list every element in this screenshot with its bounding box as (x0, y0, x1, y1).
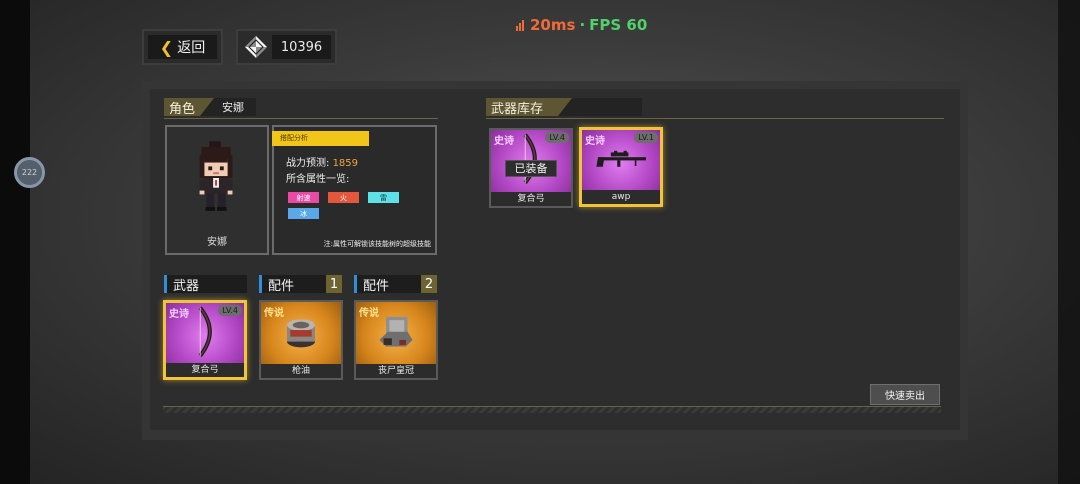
attribute-analysis-card: 搭配分析 战力预测: 1859 所含属性一览: 射速 火 雷 冰 注:属性可解锁… (272, 125, 437, 255)
quick-sell-button[interactable]: 快速卖出 (870, 384, 940, 405)
back-label: 返回 (177, 40, 206, 56)
equipped-label: 已装备 (505, 160, 557, 177)
character-sprite-icon (199, 141, 233, 211)
fps-value: FPS 60 (589, 16, 648, 34)
weapon-slot-label: 武器 (173, 278, 200, 294)
item-name: 复合弓 (166, 363, 244, 377)
inventory-title-tag: 武器库存 (486, 98, 572, 117)
attribute-note: 注:属性可解锁该技能树的超级技能 (323, 240, 431, 248)
character-divider (164, 118, 438, 119)
rarity-label: 传说 (359, 308, 379, 319)
diamond-currency-icon (245, 36, 267, 58)
character-portrait-card[interactable]: 安娜 (165, 125, 269, 255)
bottom-divider (163, 406, 941, 407)
currency-value: 10396 (280, 39, 323, 55)
network-status: 20ms · FPS 60 (516, 16, 647, 34)
power-forecast: 战力预测: 1859 (286, 154, 358, 169)
item-name: 复合弓 (491, 192, 571, 206)
currency-display: 10396 (236, 29, 337, 65)
item-name: 枪油 (261, 364, 341, 378)
build-analysis-badge: 搭配分析 (272, 131, 369, 146)
chevron-left-icon: ❮ (159, 37, 174, 57)
item-name: 丧尸皇冠 (356, 364, 436, 378)
inventory-item[interactable]: 史诗 LV.4 已装备 复合弓 (489, 128, 573, 208)
weapon-inventory-title: 武器库存 (486, 98, 642, 117)
ping-value: 20ms (530, 16, 576, 34)
accessory-1-slot-header: 配件 1 (259, 275, 342, 294)
power-label: 战力预测: (286, 158, 330, 169)
inventory-divider (486, 118, 944, 119)
bottom-decor-strip (163, 406, 941, 413)
attribute-chip-ice: 冰 (288, 208, 319, 219)
attribute-chip-fire-rate: 射速 (288, 192, 319, 203)
equipped-weapon-slot[interactable]: 史诗 LV.4 复合弓 (163, 300, 247, 380)
level-badge: LV.4 (545, 132, 569, 143)
accessory-2-slot-header: 配件 2 (354, 275, 437, 294)
screen-edge-left (0, 0, 30, 484)
floating-assistant-ball[interactable]: 222 (14, 157, 45, 188)
accessory-1-number: 1 (326, 275, 342, 293)
accessory-2-label: 配件 (363, 278, 390, 294)
accessory-1-slot[interactable]: 传说 枪油 (259, 300, 343, 380)
rarity-label: 传说 (264, 308, 284, 319)
accessory-2-slot[interactable]: 传说 丧尸皇冠 (354, 300, 438, 380)
attribute-chip-fire: 火 (328, 192, 359, 203)
character-title-tag: 角色 (164, 98, 214, 117)
signal-bars-icon (516, 19, 524, 31)
character-section-title: 角色 安娜 (164, 98, 256, 117)
attribute-chip-thunder: 雷 (368, 192, 399, 203)
accessory-1-label: 配件 (268, 278, 295, 294)
item-name: awp (582, 190, 660, 204)
rarity-label: 史诗 (585, 136, 605, 147)
back-button[interactable]: ❮ 返回 (142, 29, 223, 65)
inventory-item[interactable]: 史诗 LV.1 awp (579, 127, 663, 207)
character-card-name: 安娜 (207, 237, 227, 248)
rarity-label: 史诗 (494, 136, 514, 147)
attributes-label: 所含属性一览: (286, 174, 350, 185)
rarity-label: 史诗 (169, 309, 189, 320)
power-value: 1859 (332, 158, 359, 169)
screen-edge-right (1058, 0, 1080, 484)
level-badge: LV.1 (634, 132, 658, 143)
status-separator: · (579, 16, 586, 34)
weapon-slot-header: 武器 (164, 275, 247, 294)
accessory-2-number: 2 (421, 275, 437, 293)
level-badge: LV.4 (218, 305, 242, 316)
